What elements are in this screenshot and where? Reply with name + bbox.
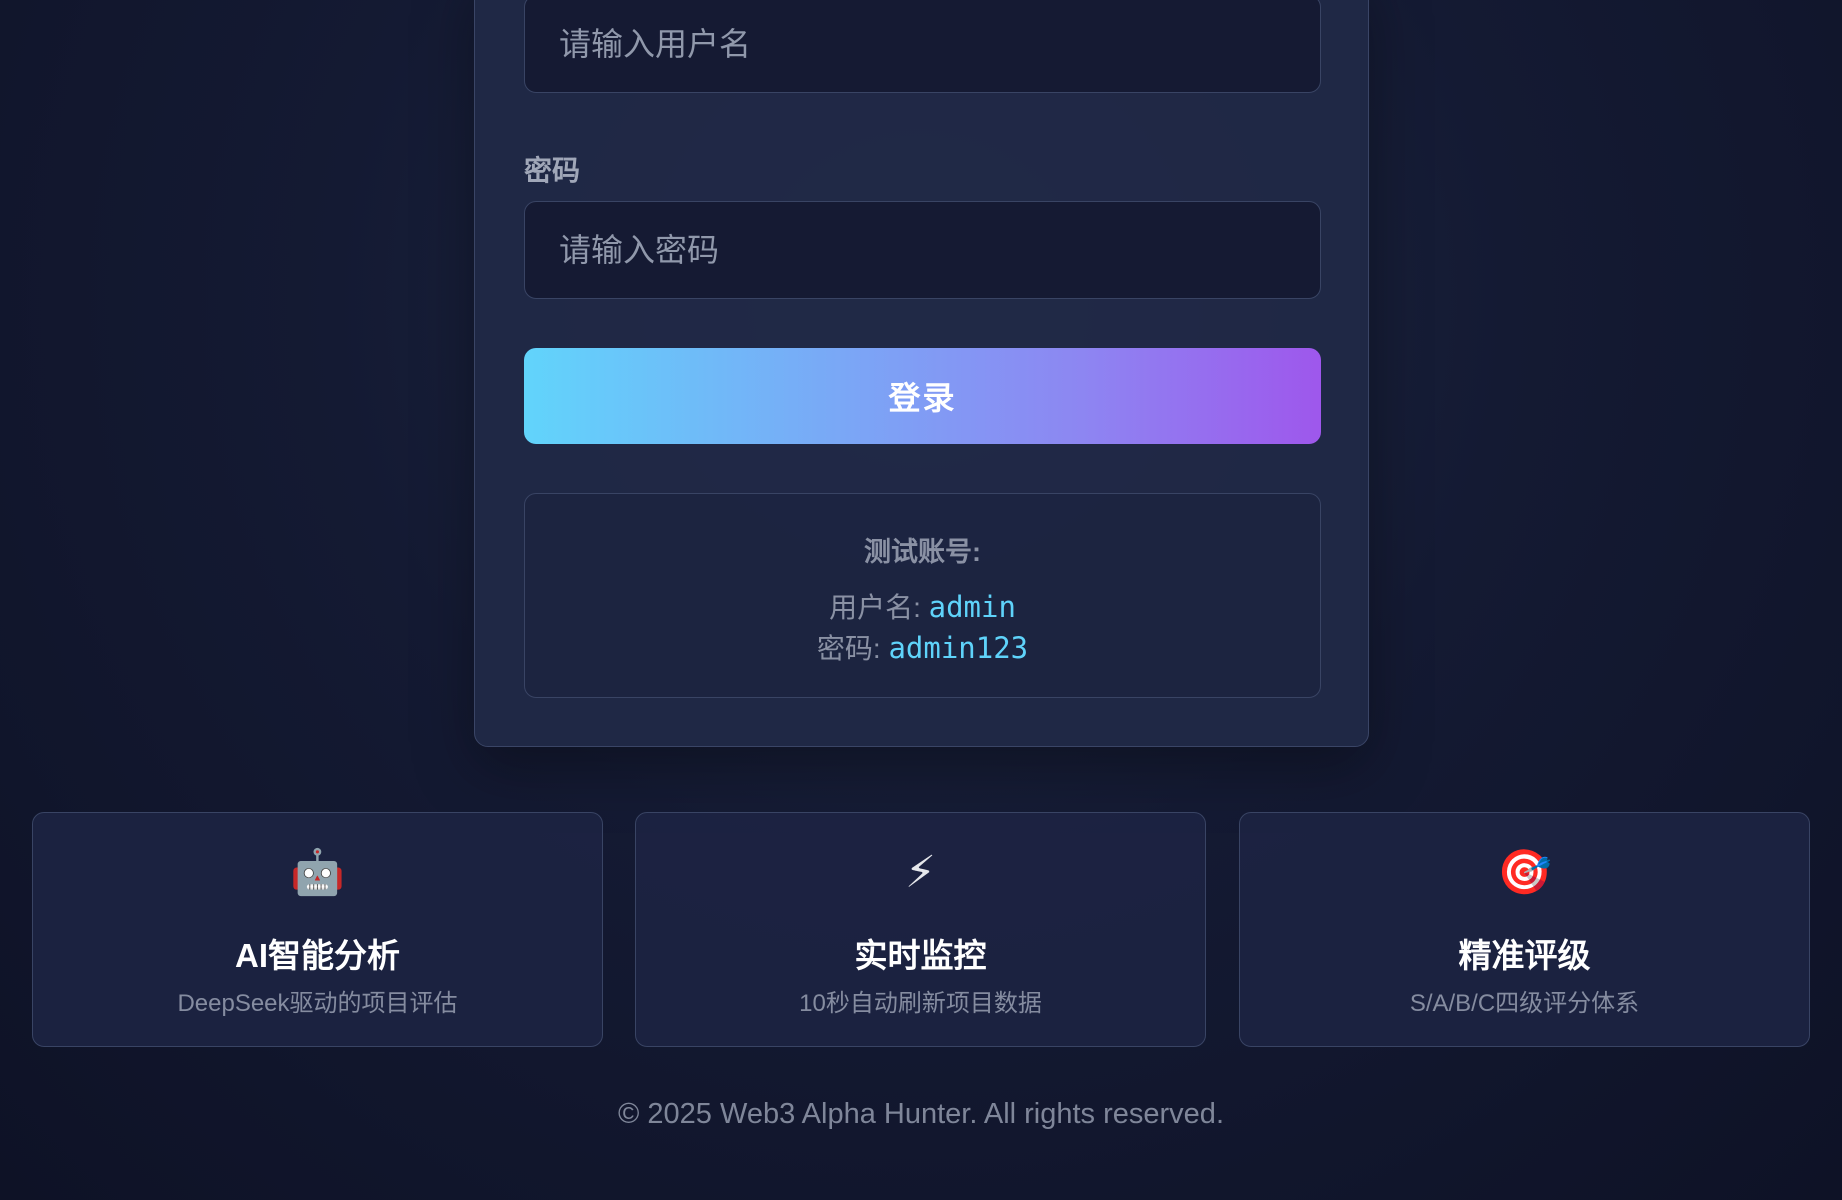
test-account-title: 测试账号: [864,537,981,567]
password-label: 密码 [524,155,581,186]
login-button[interactable]: 登录 [524,348,1321,444]
password-input[interactable] [524,201,1321,299]
feature-description: DeepSeek驱动的项目评估 [177,990,458,1017]
feature-title: 精准评级 [1458,937,1591,974]
test-username-value: admin [928,590,1016,624]
feature-card-ai-analysis: 🤖 AI智能分析 DeepSeek驱动的项目评估 [32,812,603,1047]
test-password-label: 密码: [816,633,889,664]
feature-card-precise-rating: 🎯 精准评级 S/A/B/C四级评分体系 [1239,812,1810,1047]
feature-description: S/A/B/C四级评分体系 [1409,990,1640,1017]
feature-card-realtime-monitor: ⚡ 实时监控 10秒自动刷新项目数据 [635,812,1206,1047]
feature-description: 10秒自动刷新项目数据 [799,990,1042,1017]
test-password-value: admin123 [888,631,1029,665]
lightning-icon: ⚡ [905,848,936,897]
test-username-label: 用户名: [829,592,929,623]
test-username-line: 用户名: admin [525,586,1320,626]
robot-icon: 🤖 [290,848,345,897]
login-card: 密码 登录 测试账号: 用户名: admin 密码: admin123 [474,0,1369,747]
feature-title: AI智能分析 [235,937,400,974]
test-account-box: 测试账号: 用户名: admin 密码: admin123 [524,493,1321,698]
test-password-line: 密码: admin123 [525,627,1320,667]
footer-copyright: © 2025 Web3 Alpha Hunter. All rights res… [617,1098,1224,1130]
username-input[interactable] [524,0,1321,93]
target-icon: 🎯 [1497,848,1552,897]
feature-title: 实时监控 [854,937,987,974]
